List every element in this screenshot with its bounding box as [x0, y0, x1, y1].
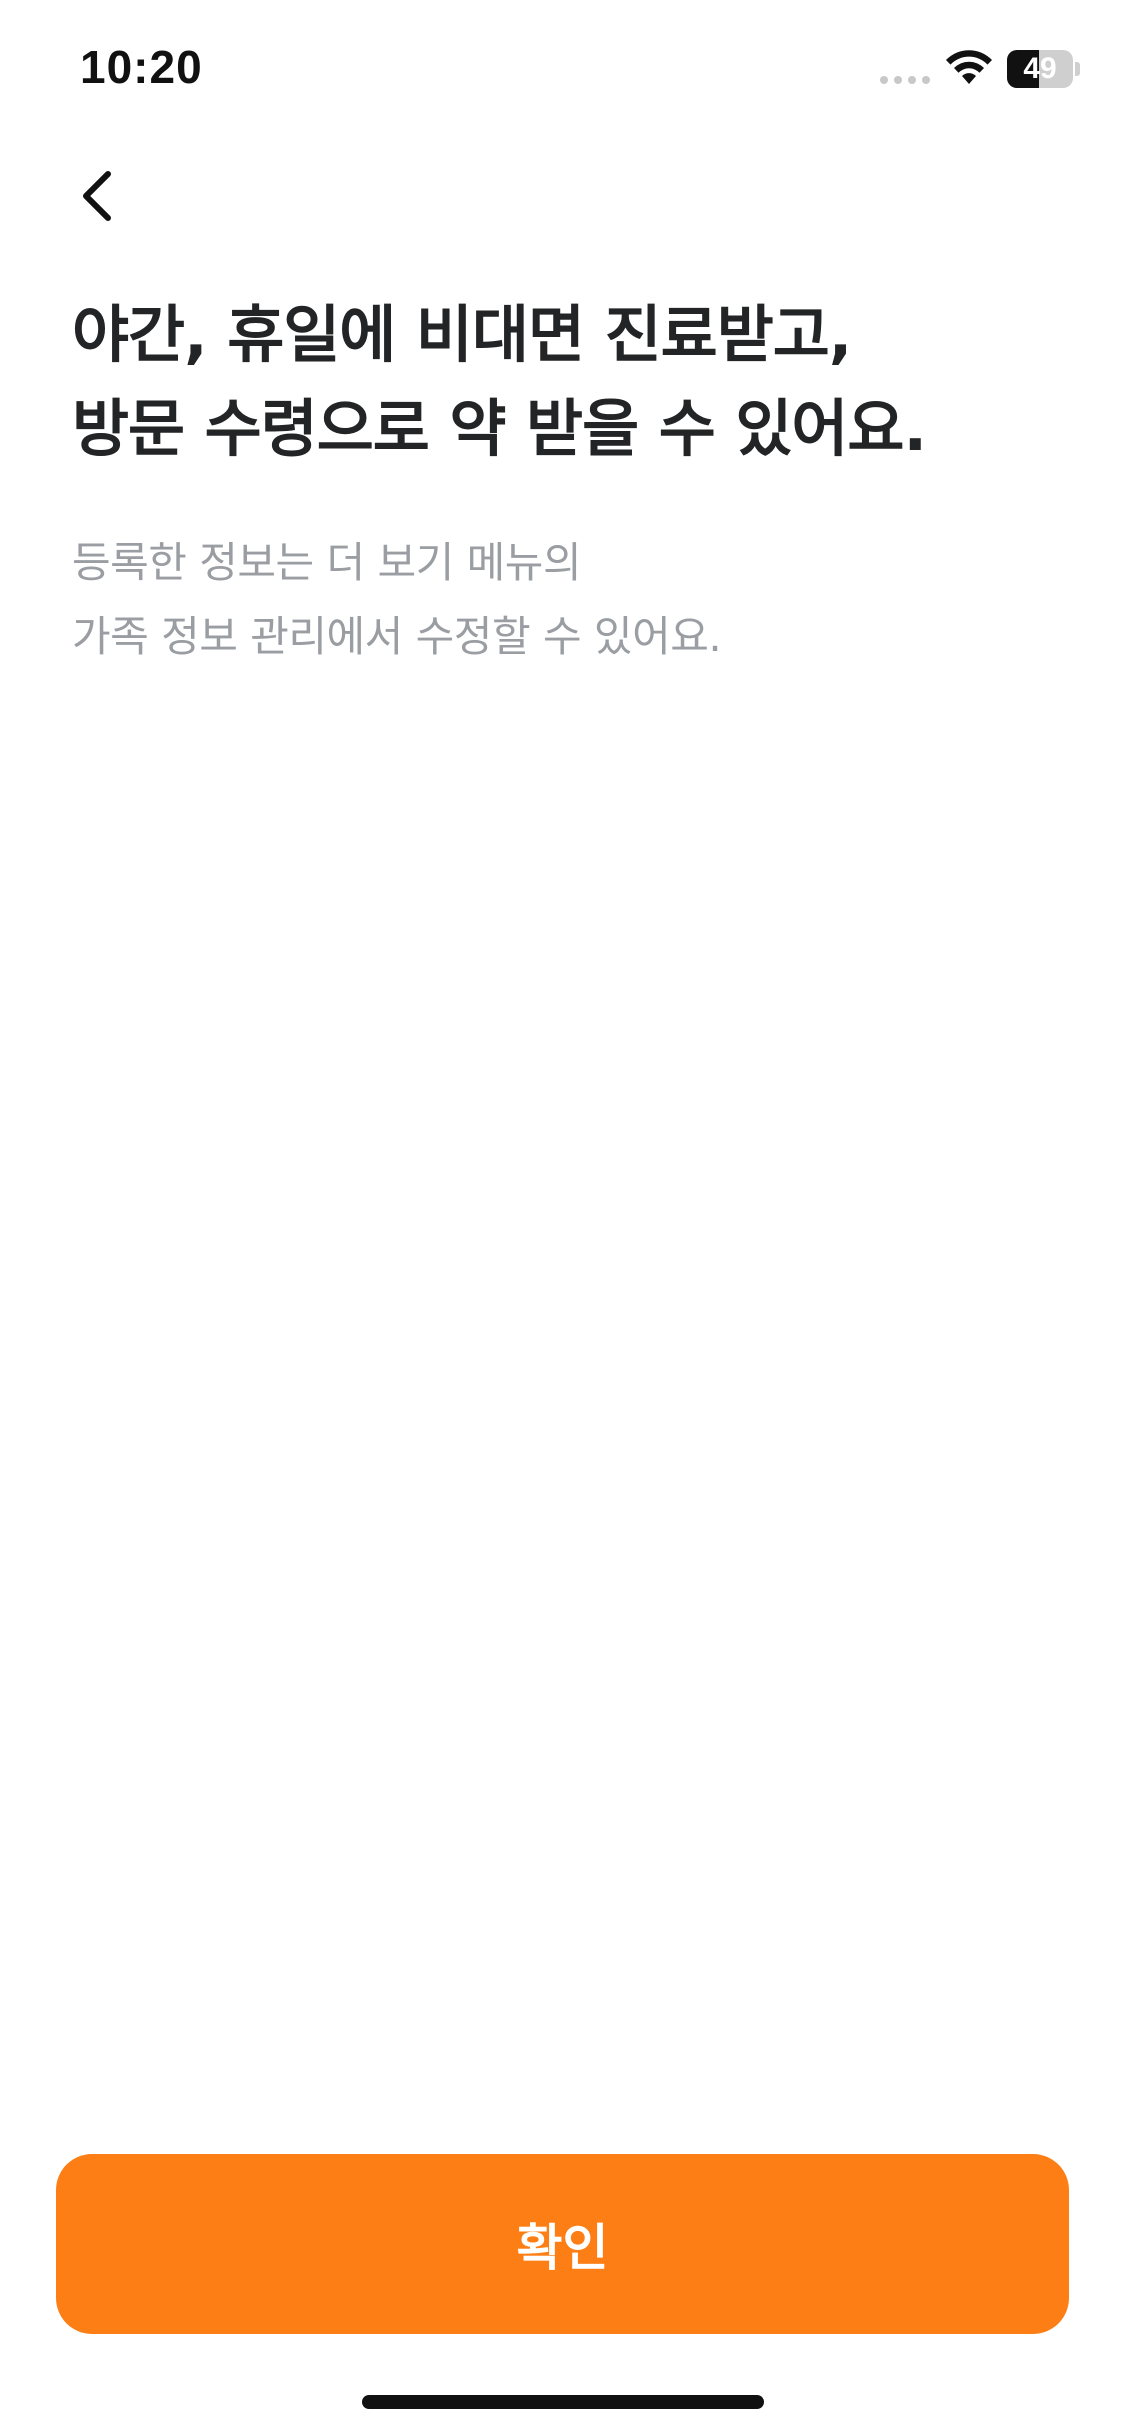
battery-level: 49: [1023, 52, 1057, 85]
battery-icon: 49: [1007, 50, 1080, 88]
confirm-button-label: 확인: [516, 2219, 609, 2277]
headline-line-2: 방문 수령으로 약 받을 수 있어요.: [72, 392, 927, 465]
back-button[interactable]: [62, 160, 134, 232]
headline-line-1: 야간, 휴일에 비대면 진료받고,: [72, 298, 852, 371]
description: 등록한 정보는 더 보기 메뉴의 가족 정보 관리에서 수정할 수 있어요.: [72, 526, 1072, 674]
description-line-1: 등록한 정보는 더 보기 메뉴의: [72, 538, 582, 587]
confirm-button[interactable]: 확인: [56, 2154, 1069, 2334]
chevron-left-icon: [83, 171, 111, 221]
cellular-signal-icon: [880, 76, 930, 84]
status-bar: 10:20 49: [0, 0, 1125, 140]
status-time: 10:20: [80, 41, 203, 93]
home-indicator[interactable]: [362, 2395, 764, 2409]
wifi-icon: [946, 50, 992, 84]
description-line-2: 가족 정보 관리에서 수정할 수 있어요.: [72, 612, 722, 661]
page-title: 야간, 휴일에 비대면 진료받고, 방문 수령으로 약 받을 수 있어요.: [72, 288, 1072, 476]
